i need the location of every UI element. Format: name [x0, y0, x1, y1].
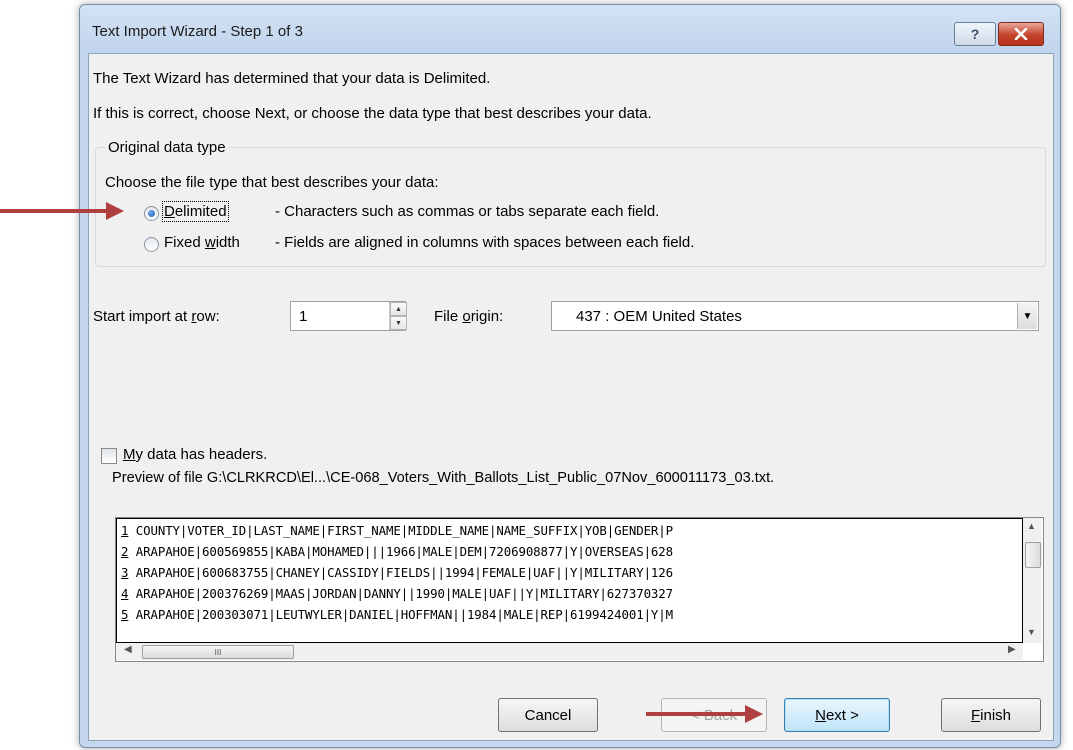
- preview-row: 1 COUNTY|VOTER_ID|LAST_NAME|FIRST_NAME|M…: [121, 523, 674, 538]
- text-import-wizard-dialog: Text Import Wizard - Step 1 of 3 ? The T…: [79, 4, 1061, 748]
- fixed-width-radio[interactable]: [144, 237, 159, 252]
- file-type-prompt: Choose the file type that best describes…: [105, 174, 439, 191]
- preview-row: 2 ARAPAHOE|600569855|KABA|MOHAMED|||1966…: [121, 544, 674, 559]
- next-button[interactable]: Next >: [784, 698, 890, 732]
- preview-text-area: 1 COUNTY|VOTER_ID|LAST_NAME|FIRST_NAME|M…: [116, 518, 1023, 643]
- fixed-width-description: - Fields are aligned in columns with spa…: [275, 234, 695, 251]
- window-title: Text Import Wizard - Step 1 of 3: [92, 23, 303, 40]
- radio-selected-dot: [148, 210, 155, 217]
- help-icon: ?: [970, 26, 980, 42]
- delimited-description: - Characters such as commas or tabs sepa…: [275, 203, 660, 220]
- annotation-arrow-head: [106, 202, 124, 220]
- annotation-arrow-head: [745, 705, 763, 723]
- title-bar: Text Import Wizard - Step 1 of 3 ?: [80, 5, 1060, 53]
- original-data-type-label: Original data type: [105, 139, 229, 156]
- annotation-arrow-shaft: [0, 209, 108, 213]
- preview-row: 5 ARAPAHOE|200303071|LEUTWYLER|DANIEL|HO…: [121, 607, 674, 622]
- help-button[interactable]: ?: [954, 22, 996, 46]
- horizontal-scroll-thumb[interactable]: III: [142, 645, 294, 659]
- annotation-arrow-shaft: [646, 712, 746, 716]
- scroll-right-icon[interactable]: ▶: [1008, 644, 1016, 655]
- file-origin-select[interactable]: 437 : OEM United States ▼: [551, 301, 1039, 331]
- spin-down-icon[interactable]: ▼: [390, 316, 407, 330]
- vertical-scroll-thumb[interactable]: [1025, 542, 1041, 568]
- scroll-down-icon[interactable]: ▼: [1027, 627, 1036, 637]
- start-row-spinner: ▲ ▼: [389, 302, 407, 330]
- scroll-left-icon[interactable]: ◀: [124, 644, 132, 655]
- start-import-row-label: Start import at row:: [93, 308, 220, 325]
- fixed-width-radio-label[interactable]: Fixed width: [164, 234, 240, 251]
- preview-file-label: Preview of file G:\CLRKRCD\El...\CE-068_…: [112, 470, 775, 486]
- finish-button[interactable]: Finish: [941, 698, 1041, 732]
- file-origin-value: 437 : OEM United States: [576, 308, 742, 325]
- dialog-content: The Text Wizard has determined that your…: [88, 53, 1054, 741]
- preview-pane[interactable]: 1 COUNTY|VOTER_ID|LAST_NAME|FIRST_NAME|M…: [115, 517, 1044, 662]
- intro-line-1: The Text Wizard has determined that your…: [93, 70, 491, 87]
- spin-up-icon[interactable]: ▲: [390, 302, 407, 316]
- intro-line-2: If this is correct, choose Next, or choo…: [93, 105, 652, 122]
- preview-row: 3 ARAPAHOE|600683755|CHANEY|CASSIDY|FIEL…: [121, 565, 674, 580]
- grip-icon: III: [214, 647, 222, 657]
- delimited-radio-label[interactable]: Delimited: [162, 201, 229, 222]
- preview-row: 4 ARAPAHOE|200376269|MAAS|JORDAN|DANNY||…: [121, 586, 674, 601]
- scroll-up-icon[interactable]: ▲: [1027, 521, 1036, 531]
- delimited-radio[interactable]: [144, 206, 159, 221]
- close-button[interactable]: [998, 22, 1044, 46]
- preview-horizontal-scrollbar[interactable]: ◀ III ▶: [116, 643, 1023, 660]
- close-icon: [1014, 28, 1028, 40]
- cancel-button[interactable]: Cancel: [498, 698, 598, 732]
- chevron-down-icon[interactable]: ▼: [1017, 303, 1037, 329]
- preview-vertical-scrollbar[interactable]: ▲ ▼: [1023, 518, 1042, 643]
- my-data-has-headers-label[interactable]: My data has headers.: [123, 446, 267, 463]
- file-origin-label: File origin:: [434, 308, 504, 325]
- my-data-has-headers-checkbox[interactable]: [101, 448, 117, 464]
